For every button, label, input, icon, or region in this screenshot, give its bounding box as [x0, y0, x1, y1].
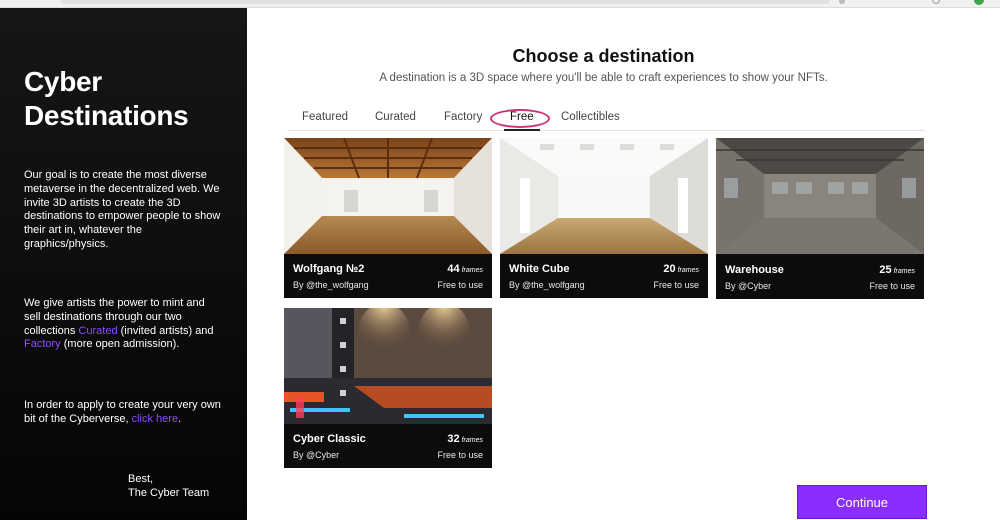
card-price: Free to use [437, 280, 483, 290]
collections-text-3: (more open admission). [60, 338, 180, 351]
tab-collectibles[interactable]: Collectibles [561, 111, 620, 123]
sidebar: Cyber Destinations Our goal is to create… [0, 8, 247, 520]
card-price: Free to use [653, 280, 699, 290]
card-price: Free to use [869, 281, 915, 291]
frame-count-value: 20 [663, 263, 676, 275]
browser-chrome-strip [0, 0, 1000, 8]
card-author: By @Cyber [725, 281, 772, 291]
card-author: By @the_wolfgang [509, 280, 585, 290]
page-subtitle: A destination is a 3D space where you'll… [379, 72, 828, 84]
tab-featured[interactable]: Featured [302, 111, 348, 123]
signoff-greeting: Best, [128, 473, 154, 485]
destination-card[interactable]: Warehouse 25 frames By @Cyber Free to use [716, 138, 924, 299]
signoff-team: The Cyber Team [128, 486, 210, 499]
sidebar-apply-paragraph: In order to apply to create your very ow… [24, 399, 224, 427]
sidebar-intro-paragraph: Our goal is to create the most diverse m… [24, 169, 221, 250]
card-author: By @Cyber [293, 450, 340, 460]
frame-count-value: 44 [447, 263, 460, 275]
card-price: Free to use [437, 450, 483, 460]
tab-highlight-circle [490, 109, 550, 128]
frame-count: 32 frames [447, 433, 483, 445]
frame-count-unit: frames [893, 268, 915, 275]
tab-factory[interactable]: Factory [444, 111, 482, 123]
white-cube-thumbnail [500, 138, 708, 254]
sidebar-title: Cyber Destinations [24, 66, 189, 131]
main-panel: Choose a destination A destination is a … [247, 8, 1000, 520]
card-title: Wolfgang №2 [293, 263, 365, 275]
frame-count: 20 frames [663, 263, 699, 275]
card-title: White Cube [509, 263, 570, 275]
card-title: Warehouse [725, 264, 784, 276]
apply-link[interactable]: click here [132, 413, 178, 425]
wolfgang-gallery-thumbnail [284, 138, 492, 254]
tab-curated[interactable]: Curated [375, 111, 416, 123]
frame-count-unit: frames [461, 437, 483, 444]
active-tab-underline [504, 129, 540, 131]
warehouse-thumbnail [716, 138, 924, 254]
card-info: Cyber Classic 32 frames By @Cyber Free to… [284, 424, 492, 468]
card-info: Warehouse 25 frames By @Cyber Free to use [716, 255, 924, 299]
extension-icon[interactable] [974, 0, 984, 5]
card-author: By @the_wolfgang [293, 280, 369, 290]
destination-card[interactable]: Wolfgang №2 44 frames By @the_wolfgang Fr… [284, 138, 492, 298]
sidebar-collections-paragraph: We give artists the power to mint and se… [24, 297, 224, 352]
frame-count-unit: frames [677, 267, 699, 274]
card-info: Wolfgang №2 44 frames By @the_wolfgang Fr… [284, 254, 492, 298]
card-info: White Cube 20 frames By @the_wolfgang Fre… [500, 254, 708, 298]
card-title: Cyber Classic [293, 433, 366, 445]
destination-card[interactable]: Cyber Classic 32 frames By @Cyber Free to… [284, 308, 492, 468]
destination-card[interactable]: White Cube 20 frames By @the_wolfgang Fre… [500, 138, 708, 298]
destination-tabs: Featured Curated Factory Free Collectibl… [287, 111, 925, 131]
factory-link[interactable]: Factory [24, 338, 61, 350]
toolbar-icon[interactable] [839, 0, 845, 4]
frame-count-value: 32 [447, 433, 460, 445]
sidebar-signoff: Best, The Cyber Team [128, 473, 209, 501]
frame-count-unit: frames [461, 267, 483, 274]
page-title: Choose a destination [512, 46, 695, 66]
collections-text-2: (invited artists) and [117, 324, 214, 337]
profile-icon[interactable] [932, 0, 940, 4]
continue-button[interactable]: Continue [797, 485, 927, 519]
apply-text-1: In order to apply to create your very ow… [24, 399, 221, 425]
curated-link[interactable]: Curated [78, 325, 117, 337]
address-bar-edge [60, 0, 830, 4]
cyber-classic-thumbnail [284, 308, 492, 424]
frame-count: 44 frames [447, 263, 483, 275]
frame-count: 25 frames [879, 264, 915, 276]
frame-count-value: 25 [879, 264, 892, 276]
apply-text-2: . [178, 412, 182, 425]
